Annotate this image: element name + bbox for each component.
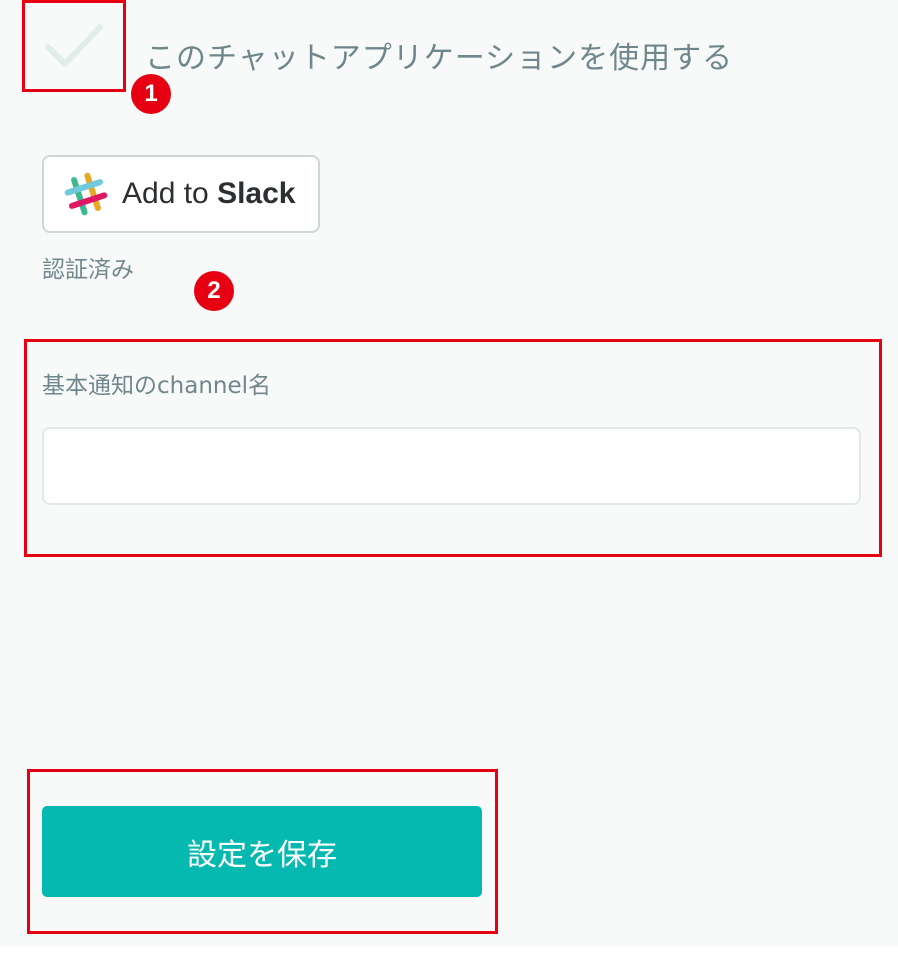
use-app-label[interactable]: このチャットアプリケーションを使用する <box>145 33 733 77</box>
slack-logo-icon <box>64 172 108 216</box>
add-to-slack-label: Add to Slack <box>122 177 296 210</box>
annotation-box-checkbox <box>22 0 126 92</box>
annotation-box-channel <box>24 339 882 557</box>
bottom-strip <box>0 946 898 960</box>
add-to-slack-button[interactable]: Add to Slack <box>42 155 320 233</box>
auth-status-text: 認証済み <box>42 257 134 283</box>
annotation-badge-2: 2 <box>194 271 234 311</box>
annotation-box-save <box>27 769 498 934</box>
annotation-badge-1: 1 <box>131 74 171 114</box>
